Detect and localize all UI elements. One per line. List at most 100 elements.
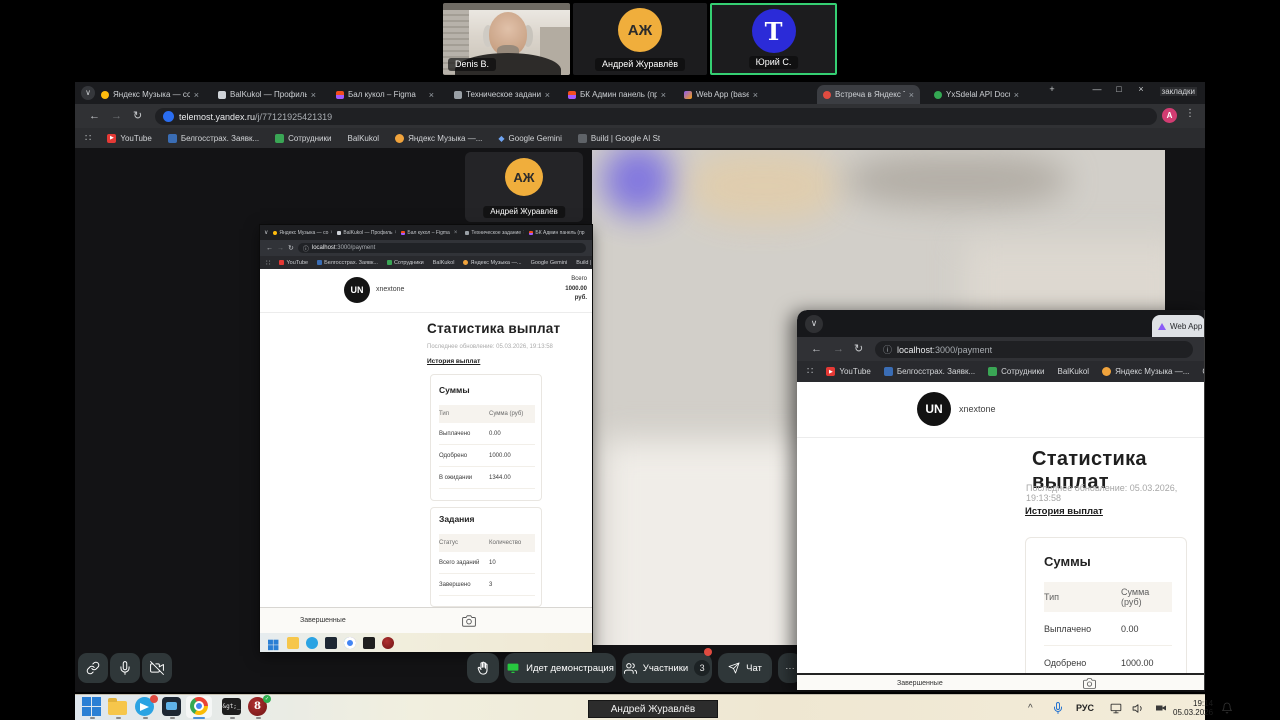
tab-web-app[interactable]: Web App (based on Li ×	[678, 85, 764, 104]
volume-icon[interactable]	[1132, 695, 1145, 720]
microphone-button[interactable]	[110, 653, 140, 683]
bookmark-youtube[interactable]: ▶ YouTube	[107, 134, 151, 143]
close-icon[interactable]: ×	[753, 90, 758, 100]
bookmark-gemini[interactable]: ◆ Google Gemini	[498, 134, 562, 143]
close-icon[interactable]: ×	[311, 90, 316, 100]
tab-balkukol-profile[interactable]: BalKukol — Профиль ×	[212, 85, 322, 104]
terminal-icon[interactable]	[363, 637, 375, 649]
camera-icon[interactable]	[1083, 677, 1096, 690]
browser-menu-icon[interactable]: ⋮	[1185, 108, 1195, 119]
close-icon[interactable]: ×	[661, 90, 666, 100]
file-explorer-icon[interactable]	[108, 697, 128, 717]
chrome-icon[interactable]	[190, 697, 210, 717]
mini-tab[interactable]: Техническое задание×	[462, 229, 524, 237]
telegram-icon[interactable]	[135, 697, 155, 717]
windows-start-button[interactable]	[82, 697, 102, 717]
bookmark-yandex-music[interactable]: Яндекс Музыка —...	[1102, 367, 1189, 376]
url-field[interactable]: telemost.yandex.ru/j/77121925421319	[155, 108, 1157, 125]
tab-telemost-meeting[interactable]: Встреча в Яндекс Т ×	[817, 85, 920, 104]
participant-tile-yuri-active-speaker[interactable]: Т Юрий С.	[710, 3, 837, 75]
mini-tab[interactable]: Бал кукол – Figma×	[398, 229, 460, 237]
tab-figma[interactable]: Бал кукол – Figma ×	[330, 85, 440, 104]
terminal-icon[interactable]: &gt;_	[222, 697, 242, 717]
history-link[interactable]: История выплат	[1025, 506, 1103, 517]
forward-icon[interactable]: →	[111, 108, 122, 124]
mini-tab[interactable]: Яндекс Музыка — со×	[270, 229, 332, 237]
network-display-icon[interactable]	[1110, 695, 1123, 720]
mini-bookmark[interactable]: YouTube	[279, 260, 308, 266]
bookmark-google-ai[interactable]: Build | Google AI St	[578, 134, 660, 143]
close-icon[interactable]: ×	[1014, 90, 1019, 100]
telegram-icon[interactable]	[306, 637, 318, 649]
mini-tab[interactable]: BalKukol — Профиль×	[334, 229, 396, 237]
mini-bookmark[interactable]: BalKukol	[433, 260, 455, 266]
apps-grid-icon[interactable]: ∷	[85, 133, 91, 144]
tab-web-app[interactable]: Web App (	[1152, 315, 1205, 337]
explorer-icon[interactable]	[287, 637, 299, 649]
bookmarks-overflow-label[interactable]: закладки	[1160, 87, 1197, 96]
chat-button[interactable]: Чат	[718, 653, 772, 683]
mini-bookmark[interactable]: Build | Google AI St	[576, 260, 592, 266]
close-icon[interactable]: ×	[395, 230, 397, 236]
minimize-button[interactable]: —	[1088, 84, 1106, 94]
tab-api-docs[interactable]: YxSdelal API Docume ×	[928, 85, 1025, 104]
copy-link-button[interactable]	[78, 653, 108, 683]
bookmark-sotrudniki[interactable]: Сотрудники	[275, 134, 331, 143]
participant-tile-denis[interactable]: Denis B.	[443, 3, 570, 75]
chevron-down-icon[interactable]: ∨	[264, 229, 268, 236]
messenger-icon[interactable]	[162, 697, 182, 717]
video-device-icon[interactable]	[1154, 695, 1168, 720]
bookmark-balkukol[interactable]: BalKukol	[348, 134, 380, 143]
close-icon[interactable]: ×	[194, 90, 199, 100]
windows-icon[interactable]	[268, 639, 275, 646]
browser-profile-avatar[interactable]: A	[1162, 108, 1177, 123]
close-icon[interactable]: ×	[429, 90, 434, 100]
tab-search-icon[interactable]: ∨	[81, 86, 95, 100]
messenger-icon[interactable]	[325, 637, 337, 649]
close-icon[interactable]: ×	[330, 230, 332, 236]
tray-mic-icon[interactable]	[1052, 695, 1064, 720]
mini-bookmark[interactable]: Белгосстрах. Заявк...	[317, 260, 378, 266]
bookmark-youtube[interactable]: ▶YouTube	[826, 367, 870, 376]
back-icon[interactable]: ←	[266, 245, 273, 252]
camera-off-button[interactable]	[142, 653, 172, 683]
mini-bookmark[interactable]: Google Gemini	[531, 260, 568, 266]
bookmark-belgosstrah[interactable]: Белгосстрах. Заявк...	[884, 367, 975, 376]
history-link[interactable]: История выплат	[427, 358, 480, 365]
maximize-button[interactable]: □	[1110, 84, 1128, 94]
forward-icon[interactable]: →	[833, 341, 844, 357]
tab-tech-spec[interactable]: Техническое задание ×	[448, 85, 556, 104]
chrome-icon[interactable]	[344, 637, 356, 649]
close-window-button[interactable]: ×	[1132, 84, 1150, 94]
raise-hand-button[interactable]	[467, 653, 499, 683]
reload-icon[interactable]: ↻	[288, 244, 294, 252]
screen-share-status-button[interactable]: Идет демонстрация	[504, 653, 616, 683]
red-app-icon[interactable]	[382, 637, 394, 649]
chevron-down-icon[interactable]: ∨	[805, 315, 823, 333]
close-icon[interactable]: ×	[545, 90, 550, 100]
close-icon[interactable]: ×	[523, 230, 524, 236]
mini-bookmark[interactable]: Сотрудники	[387, 260, 424, 266]
bookmark-belgosstrah[interactable]: Белгосстрах. Заявк...	[168, 134, 259, 143]
forward-icon[interactable]: →	[277, 245, 284, 252]
red-app-icon[interactable]: 8 ✓	[248, 697, 268, 717]
close-icon[interactable]: ×	[454, 230, 458, 236]
bookmark-yandex-music[interactable]: Яндекс Музыка —...	[395, 134, 482, 143]
url-field[interactable]: ⓘ localhost:3000/payment	[875, 341, 1193, 358]
clock[interactable]: 19:1405.03.2026	[1173, 695, 1213, 720]
tab-bk-admin[interactable]: БК Админ панель (пр ×	[562, 85, 672, 104]
back-icon[interactable]: ←	[89, 108, 100, 124]
mini-url-field[interactable]: ⓘ localhost:3000/payment	[298, 243, 586, 253]
participant-tile-andrey[interactable]: АЖ Андрей Журавлёв	[573, 3, 707, 75]
close-icon[interactable]: ×	[909, 90, 914, 100]
mini-bookmark[interactable]: Яндекс Музыка —...	[463, 260, 521, 266]
bookmark-balkukol[interactable]: BalKukol	[1058, 367, 1090, 376]
reload-icon[interactable]: ↻	[133, 108, 142, 124]
new-tab-button[interactable]: +	[1043, 84, 1061, 94]
back-icon[interactable]: ←	[811, 341, 822, 357]
bookmark-gemini[interactable]: Google Gemini	[1202, 367, 1205, 376]
notifications-bell-icon[interactable]	[1221, 695, 1233, 720]
tray-expand-chevron[interactable]: ^	[1028, 695, 1033, 720]
camera-icon[interactable]	[462, 614, 476, 628]
mini-tab[interactable]: БК Админ панель (пр	[526, 229, 588, 237]
